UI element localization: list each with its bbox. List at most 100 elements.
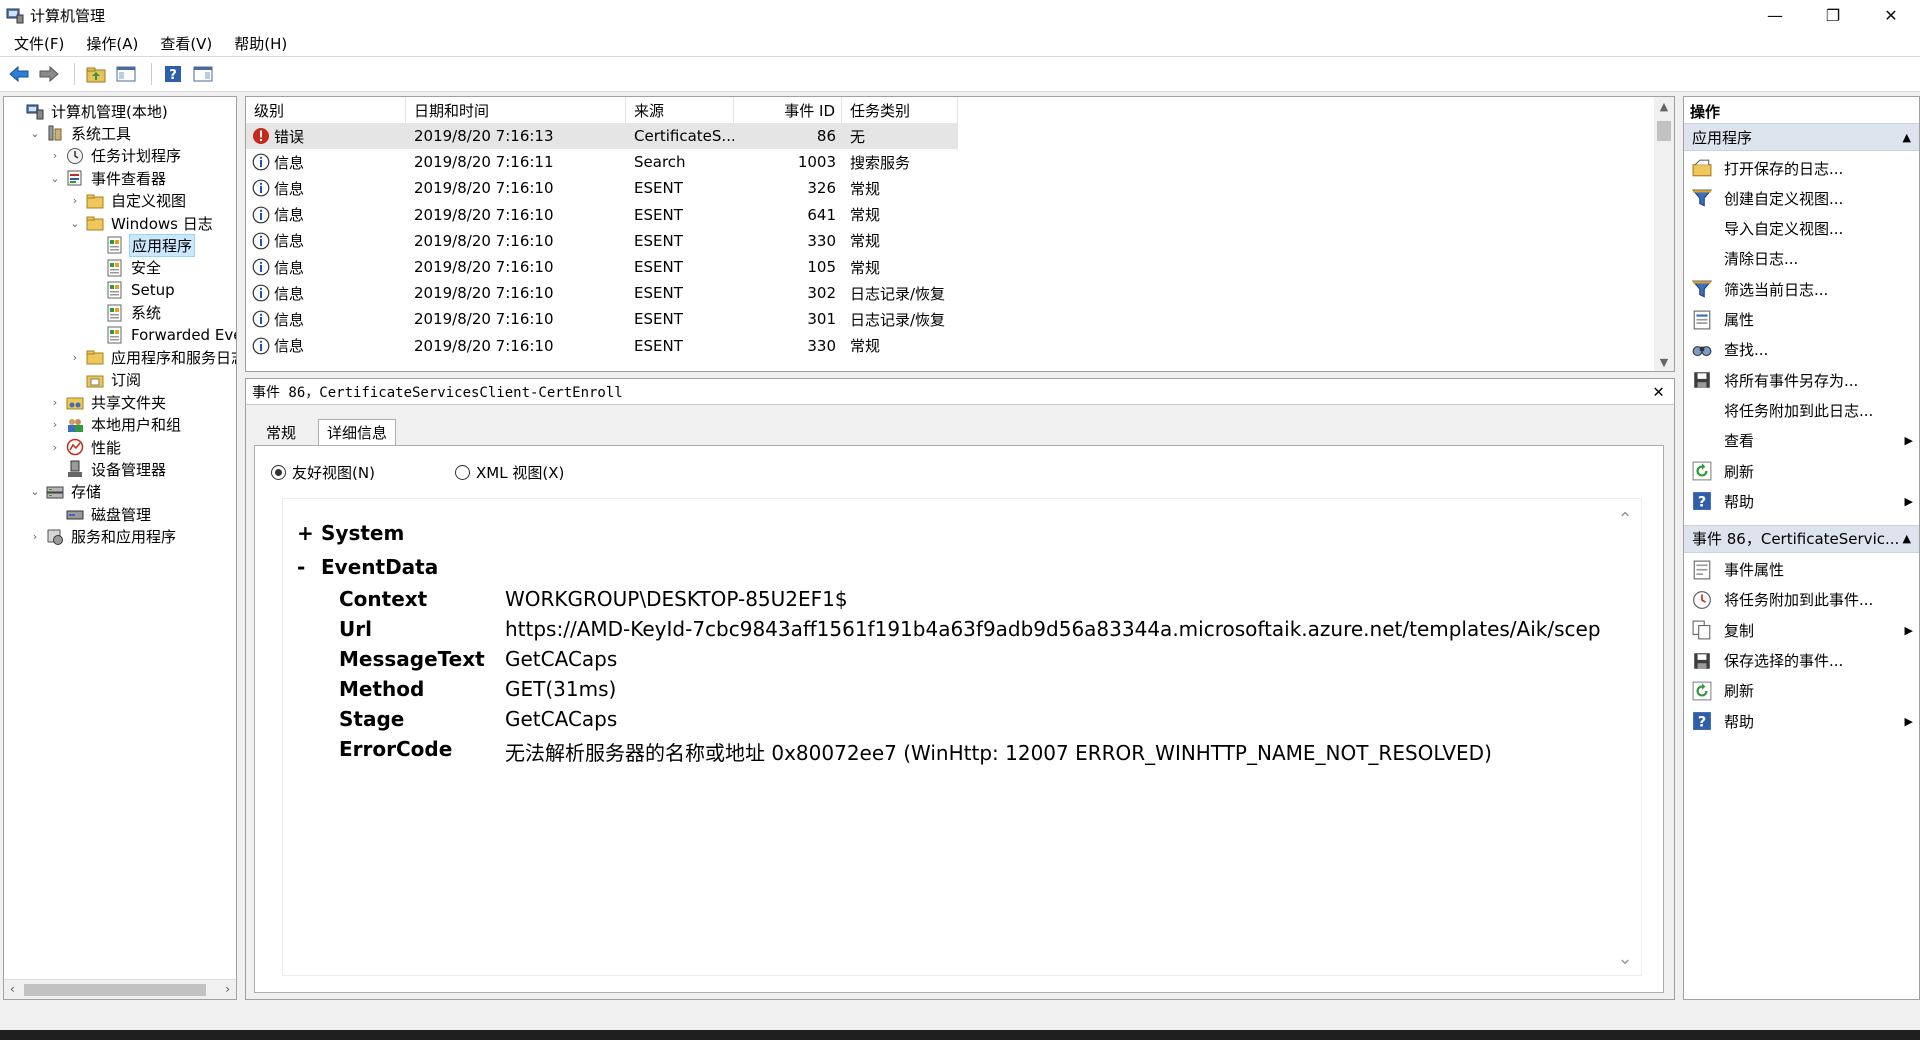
tree-item[interactable]: ⌄ 存储 [28,481,103,503]
tree-item[interactable]: 应用程序 [88,233,196,257]
action-item[interactable]: 清除日志... [1684,244,1919,274]
tree-item[interactable]: 系统 [88,302,163,324]
tab-general[interactable]: 常规 [258,419,304,445]
event-row[interactable]: 信息 2019/8/20 7:16:10 ESENT 105 常规 [246,254,958,280]
action-item[interactable]: 复制 ▶ [1684,615,1919,645]
event-row[interactable]: 信息 2019/8/20 7:16:10 ESENT 330 常规 [246,333,958,359]
tree-item[interactable]: › 任务计划程序 [48,145,183,167]
column-header-source[interactable]: 来源 [626,97,734,123]
action-group-header[interactable]: 事件 86，CertificateServic... ▲ [1684,524,1919,553]
tree-item[interactable]: › 服务和应用程序 [28,526,178,548]
action-item[interactable]: 将任务附加到此事件... [1684,585,1919,615]
tree-item[interactable]: 订阅 [68,369,143,391]
event-row[interactable]: 信息 2019/8/20 7:16:10 ESENT 641 常规 [246,202,958,228]
expand-chevron-icon[interactable]: › [48,418,62,431]
tree-item[interactable]: 安全 [88,257,163,279]
tree-horizontal-scrollbar[interactable]: ‹ › [4,979,236,999]
action-item[interactable]: 将任务附加到此日志... [1684,395,1919,425]
menu-action[interactable]: 操作(A) [78,33,146,54]
detail-vertical-scrollbar[interactable]: ⌃ ⌄ [1615,509,1635,969]
tree-item[interactable]: ⌄ 事件查看器 [48,167,168,189]
friendly-view-radio[interactable]: 友好视图(N) [271,462,375,483]
action-item[interactable]: 属性 [1684,305,1919,335]
event-row[interactable]: 信息 2019/8/20 7:16:10 ESENT 326 常规 [246,175,958,201]
action-item[interactable]: 筛选当前日志... [1684,274,1919,304]
tree-item[interactable]: › 本地用户和组 [48,414,183,436]
expand-chevron-icon[interactable]: › [68,194,82,207]
tab-details[interactable]: 详细信息 [318,419,397,445]
tree-item[interactable]: › 应用程序和服务日志 [68,346,236,368]
column-header-datetime[interactable]: 日期和时间 [406,97,626,123]
scroll-right-icon[interactable]: › [225,982,230,996]
expand-chevron-icon[interactable]: › [48,396,62,409]
scroll-up-icon[interactable]: ⌃ [1615,509,1635,530]
collapse-chevron-icon[interactable]: ⌄ [48,172,62,185]
action-item[interactable]: 刷新 [1684,456,1919,486]
menu-file[interactable]: 文件(F) [6,33,72,54]
expand-chevron-icon[interactable]: › [48,441,62,454]
action-item[interactable]: 导入自定义视图... [1684,214,1919,244]
forward-button[interactable] [36,61,62,87]
event-list[interactable]: 级别 日期和时间 来源 事件 ID 任务类别 错误 2019/8/20 7:16:… [245,96,1675,372]
action-item[interactable]: ? 帮助 ▶ [1684,706,1919,736]
scroll-up-icon[interactable]: ▲ [1654,97,1674,115]
action-item[interactable]: 打开保存的日志... [1684,153,1919,183]
up-folder-button[interactable] [83,61,109,87]
action-item[interactable]: 事件属性 [1684,555,1919,585]
event-row[interactable]: 信息 2019/8/20 7:16:10 ESENT 330 常规 [246,228,958,254]
event-row[interactable]: 信息 2019/8/20 7:16:10 ESENT 302 日志记录/恢复 [246,280,958,306]
maximize-button[interactable]: ❐ [1804,0,1862,30]
event-row[interactable]: 错误 2019/8/20 7:16:13 CertificateS... 86 无 [246,123,958,149]
column-header-task-category[interactable]: 任务类别 [842,97,958,123]
close-detail-icon[interactable]: ✕ [1653,381,1664,402]
menu-help[interactable]: 帮助(H) [226,33,295,54]
tree-item[interactable]: › 共享文件夹 [48,391,168,413]
expand-chevron-icon[interactable]: › [48,149,62,162]
event-row[interactable]: 信息 2019/8/20 7:16:10 ESENT 301 日志记录/恢复 [246,306,958,332]
scroll-down-icon[interactable]: ▼ [1654,353,1674,371]
collapse-triangle-icon[interactable]: ▲ [1903,131,1911,144]
action-item[interactable]: 保存选择的事件... [1684,646,1919,676]
back-button[interactable] [6,61,32,87]
scroll-left-icon[interactable]: ‹ [10,982,15,996]
event-row[interactable]: 信息 2019/8/20 7:16:11 Search 1003 搜索服务 [246,149,958,175]
tree-item[interactable]: Setup [88,279,177,301]
collapse-chevron-icon[interactable]: ⌄ [28,127,42,140]
tree-item[interactable]: ⌄ Windows 日志 [68,212,215,234]
action-item[interactable]: 查看 ▶ [1684,426,1919,456]
tree-item[interactable]: 设备管理器 [48,458,168,480]
column-header-level[interactable]: 级别 [246,97,406,123]
minimize-button[interactable]: — [1746,0,1804,30]
expand-icon[interactable]: + [297,521,321,545]
console-tree[interactable]: 计算机管理(本地) ⌄ 系统工具 › 任务计划程序 ⌄ 事件查看器 › 自定义视图 ⌄ Window… [3,96,237,1000]
action-item[interactable]: ? 帮助 ▶ [1684,486,1919,516]
section-eventdata[interactable]: - EventData [297,555,438,579]
scroll-down-icon[interactable]: ⌄ [1615,948,1635,969]
show-hide-console-tree-button[interactable] [113,61,139,87]
expand-chevron-icon[interactable]: › [28,530,42,543]
xml-view-radio[interactable]: XML 视图(X) [455,462,564,483]
action-item[interactable]: 刷新 [1684,676,1919,706]
action-item[interactable]: 创建自定义视图... [1684,183,1919,213]
expand-chevron-icon[interactable]: › [68,351,82,364]
action-item[interactable]: 查找... [1684,335,1919,365]
help-button[interactable]: ? [160,61,186,87]
event-list-vertical-scrollbar[interactable]: ▲ ▼ [1654,97,1674,371]
collapse-chevron-icon[interactable]: ⌄ [28,485,42,498]
scrollbar-thumb[interactable] [24,984,206,996]
action-group-header[interactable]: 应用程序 ▲ [1684,123,1919,151]
tree-item[interactable]: › 性能 [48,436,123,458]
tree-item[interactable]: Forwarded Even [88,324,236,346]
tree-item[interactable]: ⌄ 系统工具 [28,122,133,144]
action-item[interactable]: 将所有事件另存为... [1684,365,1919,395]
column-header-event-id[interactable]: 事件 ID [734,97,842,123]
close-button[interactable]: ✕ [1862,0,1920,30]
show-hide-action-pane-button[interactable] [190,61,216,87]
tree-item[interactable]: › 自定义视图 [68,190,188,212]
menu-view[interactable]: 查看(V) [152,33,220,54]
tree-item[interactable]: 计算机管理(本地) [8,100,170,122]
section-system[interactable]: + System [297,521,404,545]
collapse-icon[interactable]: - [297,555,321,579]
collapse-chevron-icon[interactable]: ⌄ [68,217,82,230]
scrollbar-thumb[interactable] [1657,121,1671,141]
